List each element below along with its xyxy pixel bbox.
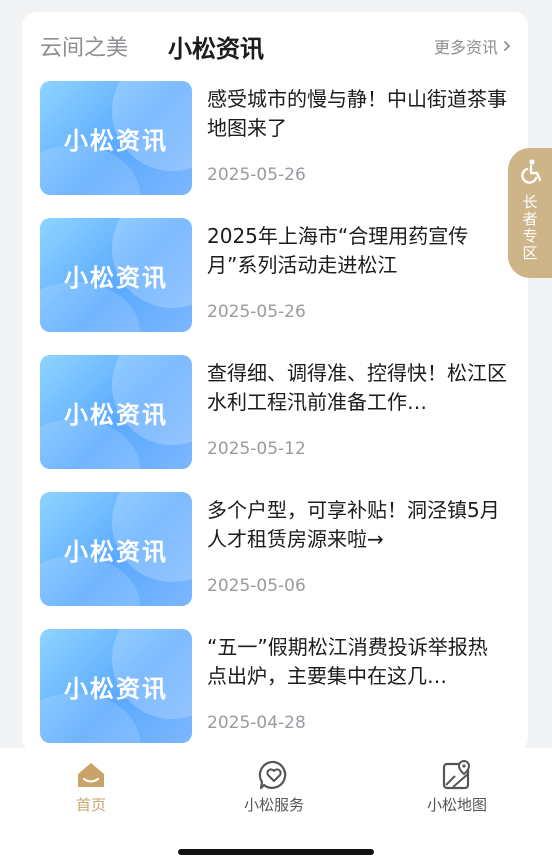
news-thumbnail: 小松资讯 — [40, 81, 192, 195]
news-title: 查得细、调得准、控得快！松江区水利工程汛前准备工作… — [207, 361, 507, 414]
heart-chat-icon — [258, 760, 287, 790]
news-header: 云间之美 小松资讯 更多资讯 — [22, 12, 528, 78]
news-title: 2025年上海市“合理用药宣传月”系列活动走进松江 — [207, 224, 469, 277]
wheelchair-icon — [521, 159, 542, 184]
news-thumbnail: 小松资讯 — [40, 218, 192, 332]
thumbnail-text: 小松资讯 — [64, 401, 168, 429]
thumbnail-text: 小松资讯 — [64, 264, 168, 292]
tab-xiaosong-news[interactable]: 小松资讯 — [168, 29, 264, 64]
news-date: 2025-05-26 — [207, 165, 306, 185]
thumbnail-text: 小松资讯 — [64, 127, 168, 155]
thumbnail-text: 小松资讯 — [64, 538, 168, 566]
tab-service-label: 小松服务 — [243, 796, 304, 814]
news-title: 多个户型，可享补贴！洞泾镇5月人才租赁房源来啦→ — [207, 498, 500, 551]
news-thumbnail: 小松资讯 — [40, 629, 192, 743]
home-indicator[interactable] — [178, 849, 374, 855]
chevron-right-icon — [504, 41, 511, 51]
tab-home-label: 首页 — [75, 796, 106, 814]
tab-service[interactable]: 小松服务 — [214, 760, 334, 815]
tab-map-label: 小松地图 — [426, 796, 487, 814]
tab-map[interactable]: 小松地图 — [397, 760, 517, 815]
list-item[interactable]: 小松资讯 多个户型，可享补贴！洞泾镇5月人才租赁房源来啦→ 2025-05-06 — [40, 492, 510, 608]
list-item[interactable]: 小松资讯 2025年上海市“合理用药宣传月”系列活动走进松江 2025-05-2… — [40, 218, 510, 334]
news-thumbnail: 小松资讯 — [40, 492, 192, 606]
elderly-zone-label: 长者专区 — [520, 194, 539, 262]
list-item[interactable]: 小松资讯 感受城市的慢与静！中山街道茶事地图来了 2025-05-26 — [40, 81, 510, 197]
home-icon — [78, 763, 104, 787]
tab-home[interactable]: 首页 — [31, 760, 151, 815]
elderly-zone-button[interactable]: 长者专区 — [508, 148, 552, 278]
tab-yunjian[interactable]: 云间之美 — [40, 30, 128, 62]
news-date: 2025-04-28 — [207, 713, 306, 733]
news-date: 2025-05-12 — [207, 439, 306, 459]
news-card: 云间之美 小松资讯 更多资讯 小松资讯 感受城市的慢与静！中山街道茶事地图来了 … — [22, 12, 528, 752]
more-news-link[interactable]: 更多资讯 — [434, 34, 512, 58]
map-icon — [442, 760, 471, 790]
more-news-label: 更多资讯 — [433, 38, 498, 57]
news-title: 感受城市的慢与静！中山街道茶事地图来了 — [207, 87, 507, 140]
news-title: “五一”假期松江消费投诉举报热点出炉，主要集中在这几… — [207, 635, 488, 688]
news-thumbnail: 小松资讯 — [40, 355, 192, 469]
news-date: 2025-05-26 — [207, 302, 306, 322]
list-item[interactable]: 小松资讯 “五一”假期松江消费投诉举报热点出炉，主要集中在这几… 2025-04… — [40, 629, 510, 745]
list-item[interactable]: 小松资讯 查得细、调得准、控得快！松江区水利工程汛前准备工作… 2025-05-… — [40, 355, 510, 471]
thumbnail-text: 小松资讯 — [64, 675, 168, 703]
news-date: 2025-05-06 — [207, 576, 306, 596]
